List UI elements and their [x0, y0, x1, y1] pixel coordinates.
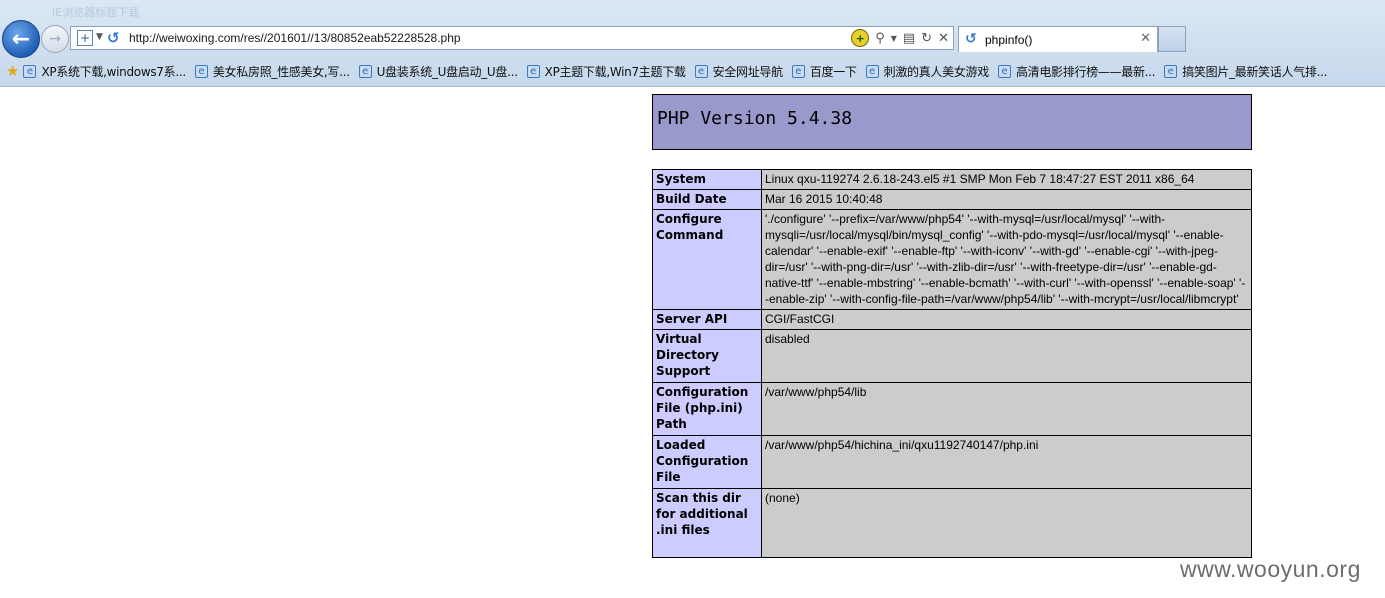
php-version-title: PHP Version 5.4.38 [657, 108, 853, 129]
stop-icon[interactable]: ✕ [938, 31, 949, 46]
favorite-item[interactable]: e 高清电影排行榜——最新... [997, 63, 1156, 80]
row-key: Scan this dir for additional .ini files [652, 488, 762, 558]
table-row: Configuration File (php.ini) Path /var/w… [652, 382, 1252, 436]
row-value: Mar 16 2015 10:40:48 [761, 189, 1252, 210]
ie-page-icon: e [23, 64, 37, 78]
table-row: Configure Command './configure' '--prefi… [652, 209, 1252, 310]
row-key: System [652, 169, 762, 190]
compatibility-view-icon[interactable]: + [77, 30, 93, 46]
favorite-label[interactable]: U盘装系统_U盘启动_U盘... [377, 63, 518, 80]
browser-chrome: IE浏览器标题下载 ← → + ▼ ↺ http://weiwoxing.com… [0, 0, 1385, 87]
favorite-item[interactable]: e 百度一下 [791, 63, 857, 80]
favorite-label[interactable]: 百度一下 [810, 63, 857, 80]
search-icon[interactable]: ⚲ [875, 31, 885, 46]
php-version-header: PHP Version 5.4.38 [652, 94, 1252, 150]
favorite-item[interactable]: e XP系统下载,windows7系... [23, 63, 186, 80]
favorites-bar: ★ e XP系统下载,windows7系... e 美女私房照_性感美女,写... … [0, 58, 1385, 84]
add-on-icon[interactable]: + [851, 29, 870, 47]
chevron-down-icon[interactable]: ▼ [96, 32, 103, 42]
favorites-star-icon[interactable]: ★ [6, 62, 19, 80]
favorite-label[interactable]: XP主题下载,Win7主题下载 [545, 63, 686, 80]
ie-page-icon: e [194, 64, 208, 78]
close-icon[interactable]: ✕ [1140, 31, 1151, 46]
site-favicon-icon: ↺ [107, 29, 120, 47]
table-row: Server API CGI/FastCGI [652, 309, 1252, 330]
table-row: System Linux qxu-119274 2.6.18-243.el5 #… [652, 169, 1252, 190]
row-key: Build Date [652, 189, 762, 210]
ie-page-icon: e [791, 64, 805, 78]
row-value: /var/www/php54/lib [761, 382, 1252, 436]
ie-page-icon: e [1164, 64, 1178, 78]
row-value: (none) [761, 488, 1252, 558]
row-value: CGI/FastCGI [761, 309, 1252, 330]
address-bar-tools: + ⚲ ▼ ▤ ↻ ✕ [851, 29, 949, 47]
favorite-item[interactable]: e U盘装系统_U盘启动_U盘... [358, 63, 518, 80]
favorite-item[interactable]: e 安全网址导航 [694, 63, 784, 80]
site-favicon-icon: ↺ [965, 31, 977, 47]
table-row: Build Date Mar 16 2015 10:40:48 [652, 189, 1252, 210]
table-row: Loaded Configuration File /var/www/php54… [652, 435, 1252, 489]
watermark: www.wooyun.org [1180, 556, 1361, 582]
url-text[interactable]: http://weiwoxing.com/res//201601//13/808… [129, 31, 461, 45]
row-key: Configure Command [652, 209, 762, 310]
favorite-label[interactable]: 高清电影排行榜——最新... [1016, 63, 1156, 80]
ie-page-icon: e [526, 64, 540, 78]
page-content: PHP Version 5.4.38 System Linux qxu-1192… [0, 87, 1385, 598]
favorite-item[interactable]: e 搞笑图片_最新笑话人气排... [1164, 63, 1327, 80]
forward-arrow-icon: → [49, 31, 61, 47]
back-arrow-icon: ← [11, 26, 31, 52]
ie-page-icon: e [997, 64, 1011, 78]
forward-button[interactable]: → [41, 25, 69, 53]
favorite-label[interactable]: 安全网址导航 [713, 63, 784, 80]
favorite-item[interactable]: e 刺激的真人美女游戏 [865, 63, 990, 80]
row-value: Linux qxu-119274 2.6.18-243.el5 #1 SMP M… [761, 169, 1252, 190]
row-value: disabled [761, 329, 1252, 383]
tab-phpinfo[interactable]: ↺ phpinfo() ✕ [958, 26, 1158, 52]
ie-page-icon: e [694, 64, 708, 78]
favorite-item[interactable]: e XP主题下载,Win7主题下载 [526, 63, 686, 80]
table-row: Scan this dir for additional .ini files … [652, 488, 1252, 558]
row-key: Loaded Configuration File [652, 435, 762, 489]
row-value: './configure' '--prefix=/var/www/php54' … [761, 209, 1252, 310]
chevron-down-icon[interactable]: ▼ [891, 34, 897, 43]
compat-page-icon[interactable]: ▤ [903, 31, 915, 46]
ie-page-icon: e [358, 64, 372, 78]
row-key: Virtual Directory Support [652, 329, 762, 383]
row-key: Configuration File (php.ini) Path [652, 382, 762, 436]
row-key: Server API [652, 309, 762, 330]
favorite-item[interactable]: e 美女私房照_性感美女,写... [194, 63, 350, 80]
ie-page-icon: e [865, 64, 879, 78]
refresh-icon[interactable]: ↻ [921, 31, 932, 46]
new-tab-button[interactable] [1158, 26, 1186, 52]
favorite-label[interactable]: 美女私房照_性感美女,写... [213, 63, 350, 80]
table-row: Virtual Directory Support disabled [652, 329, 1252, 383]
address-bar[interactable]: + ▼ ↺ http://weiwoxing.com/res//201601//… [70, 26, 954, 50]
phpinfo-table: System Linux qxu-119274 2.6.18-243.el5 #… [652, 169, 1252, 558]
back-button[interactable]: ← [2, 20, 40, 58]
favorite-label[interactable]: 搞笑图片_最新笑话人气排... [1182, 63, 1327, 80]
favorite-label[interactable]: 刺激的真人美女游戏 [884, 63, 990, 80]
row-value: /var/www/php54/hichina_ini/qxu1192740147… [761, 435, 1252, 489]
window-title: IE浏览器标题下载 [52, 6, 140, 19]
favorite-label[interactable]: XP系统下载,windows7系... [41, 63, 186, 80]
tab-title[interactable]: phpinfo() [985, 33, 1032, 47]
